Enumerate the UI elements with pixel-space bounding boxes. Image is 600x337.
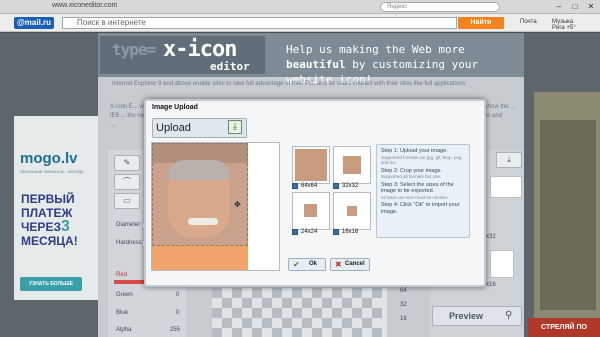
grid-size-32[interactable]: 32 (400, 302, 407, 308)
size-16-label: 16x16 (342, 229, 359, 235)
crop-move-handle-icon[interactable]: ✥ (234, 200, 241, 209)
ad-headline: ПЕРВЫЙ ПЛАТЕЖ ЧЕРЕЗ3 МЕСЯЦА! (21, 192, 93, 248)
game-ad-banner[interactable]: СТРЕЛЯЙ ПО (528, 318, 600, 337)
cancel-button[interactable]: ✖ Cancel (330, 258, 370, 271)
grid-size-list: 64 32 16 (398, 288, 426, 332)
save-icon[interactable]: ⤓ (496, 152, 522, 168)
toolbar-mail-link[interactable]: Почта (520, 19, 537, 25)
upload-icon[interactable]: ⤓ (228, 120, 242, 134)
ad-logo: mogo.lv (20, 150, 78, 167)
logo-sub: editor (210, 60, 250, 73)
icon-canvas-grid[interactable] (212, 288, 387, 337)
tagline-bold: beautiful (286, 58, 346, 71)
ad-line: ЧЕРЕЗ3 (21, 218, 93, 235)
thumb-64 (292, 146, 330, 184)
photo-shirt (152, 245, 248, 270)
red-label: Red (116, 272, 128, 278)
ad-line-part: ЧЕРЕЗ (21, 220, 61, 234)
minimize-button[interactable]: – (552, 1, 566, 12)
diameter-label: Diameter (116, 222, 141, 228)
intro-text: Internet Explorer 9 and above enable sit… (112, 81, 466, 87)
magnify-icon: ⚲ (505, 310, 513, 321)
logo-main: x-icon (163, 37, 237, 62)
size-24-checkbox[interactable] (292, 229, 298, 235)
upload-label: Upload (156, 122, 191, 134)
thumb-32-image (343, 156, 361, 174)
thumb-32 (333, 146, 371, 184)
side-background-detail (540, 120, 596, 310)
close-button[interactable]: ✕ (584, 1, 598, 12)
browser-search-input[interactable]: Яндекс (380, 2, 500, 12)
ad-highlight: 3 (60, 218, 70, 235)
shape-tool-icon[interactable]: ▭ (114, 193, 140, 209)
alpha-label: Alpha (116, 327, 132, 333)
size-32-label: x32 (486, 234, 496, 240)
toolbar-search-input[interactable]: Поиск в интернете (62, 17, 457, 29)
grid-pattern (212, 288, 382, 337)
instructions-panel: Step 1: Upload your image. Supported for… (376, 144, 470, 238)
ad-line: ПЕРВЫЙ (21, 192, 75, 206)
address-bar-url[interactable]: www.xiconeditor.com (52, 2, 117, 9)
ad-line: ПЛАТЕЖ (21, 206, 73, 220)
ad-learn-more-button[interactable]: УЗНАТЬ БОЛЬШЕ (20, 277, 82, 291)
size-32-label: 32x32 (342, 183, 359, 189)
logo-prefix: type= (112, 40, 156, 59)
brush-tool-icon[interactable]: ⌒ (114, 174, 140, 190)
size-64-checkbox[interactable] (292, 183, 298, 189)
mailru-logo[interactable]: @mail.ru (14, 17, 55, 29)
size-32-checkbox[interactable] (333, 183, 339, 189)
ok-label: Ok (309, 261, 318, 267)
tagline-part: Help us making the Web more (286, 43, 465, 56)
thumb-24-image (304, 204, 317, 217)
hardness-label: Hardness (116, 240, 142, 246)
blue-label: Blue (116, 310, 129, 316)
thumb-16-image (347, 206, 357, 216)
grid-size-16[interactable]: 16 (400, 316, 407, 322)
blue-value: 0 (176, 310, 180, 316)
grid-size-64[interactable]: 64 (400, 288, 407, 294)
toolbar-weather-link[interactable]: Рига +5° (552, 25, 576, 31)
ad-line: МЕСЯЦА! (21, 234, 78, 248)
size-64-label: 64x64 (301, 183, 318, 189)
check-icon: ✔ (293, 260, 300, 269)
alpha-value: 255 (170, 327, 181, 333)
x-icon: ✖ (335, 260, 342, 269)
maximize-button[interactable]: □ (568, 1, 582, 12)
crop-selection[interactable] (152, 143, 248, 246)
step-detail: Supported formats are jpg, gif, bmp, png… (381, 154, 462, 166)
find-button[interactable]: Найти (458, 17, 504, 29)
step-detail: At least one size must be chosen. (381, 194, 449, 200)
thumb-24 (292, 192, 330, 230)
dialog-title: Image Upload (152, 104, 198, 111)
thumb-16 (333, 192, 371, 230)
green-value: 0 (176, 292, 180, 298)
green-label: Green (116, 292, 133, 298)
ok-button[interactable]: ✔ Ok (288, 258, 326, 271)
step-title: Step 3: Select the sizes of the image to… (381, 181, 454, 195)
step-title: Step 4: Click "Ok" to import your image. (381, 202, 460, 215)
cancel-label: Cancel (345, 261, 365, 267)
size-16-checkbox[interactable] (333, 229, 339, 235)
step-detail: Supported all formats but one. (381, 174, 442, 179)
preview-16-box (490, 250, 514, 278)
thumb-64-image (295, 149, 327, 181)
size-16-label: x16 (486, 282, 496, 288)
preview-label: Preview (449, 311, 484, 321)
size-24-label: 24x24 (301, 229, 318, 235)
ad-subline: ОБЛАЧНЫЕ ФИНАНСЫ - ВСЕГДА (20, 169, 84, 174)
pencil-tool-icon[interactable]: ✎ (114, 155, 140, 171)
preview-32-box (490, 176, 522, 198)
